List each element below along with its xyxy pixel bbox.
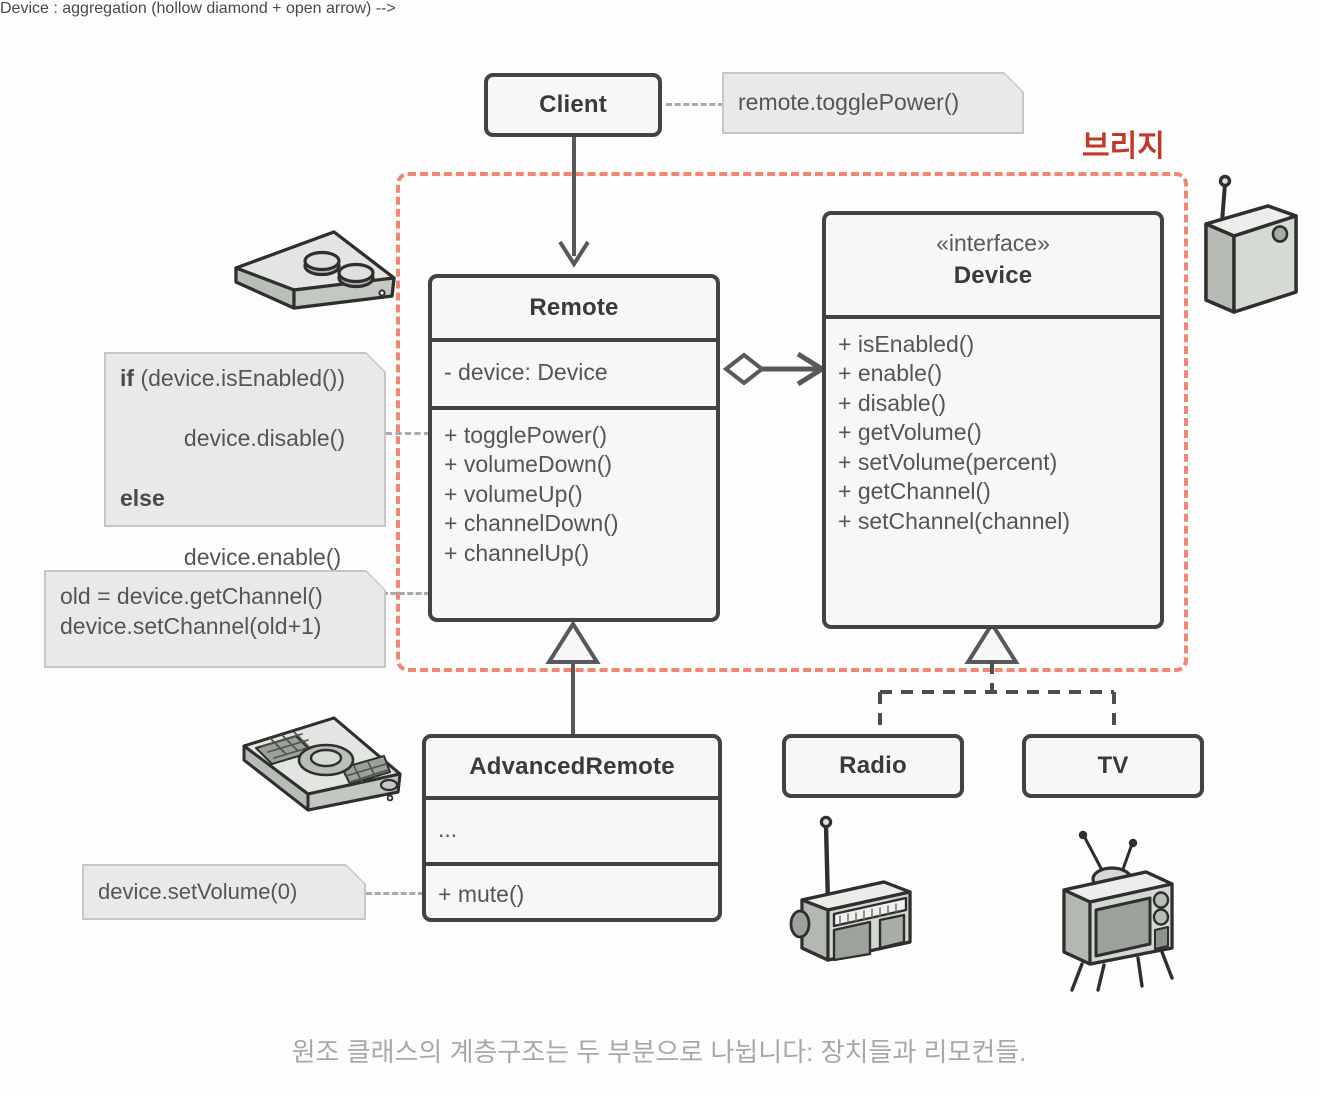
class-name-device: Device — [953, 262, 1033, 289]
line-rest: device.enable() — [171, 544, 342, 571]
advancedremote-methods-compartment: + mute() — [426, 866, 718, 918]
class-stereotype-device: «interface» — [936, 230, 1050, 256]
class-box-remote[interactable]: Remote - device: Device + togglePower() … — [428, 274, 720, 622]
diagram-caption: 원조 클래스의 계층구조는 두 부분으로 나뉩니다: 장치들과 리모컨들. — [291, 1037, 1027, 1067]
bridge-label: 브리지 — [1082, 130, 1165, 163]
note-link-togglepower — [386, 432, 430, 435]
advanced-remote-illustration — [242, 716, 402, 812]
method: + setVolume(percent) — [838, 448, 1058, 475]
class-box-device[interactable]: «interface» Device + isEnabled() + enabl… — [822, 211, 1164, 629]
class-box-advancedremote[interactable]: AdvancedRemote ... + mute() — [422, 734, 722, 922]
keyword-if: if — [120, 365, 135, 391]
note-line: if (device.isEnabled()) — [120, 364, 370, 394]
remote-methods-compartment: + togglePower() + volumeDown() + volumeU… — [432, 410, 716, 576]
class-name-radio: Radio — [839, 752, 907, 779]
generic-device-illustration — [1204, 174, 1298, 314]
remote-fields-compartment: - device: Device — [432, 342, 716, 406]
advancedremote-fields-compartment: ... — [426, 800, 718, 862]
connector-remote-aggregates-device — [722, 351, 827, 387]
keyword-else: else — [120, 484, 165, 511]
note-line: else — [120, 484, 370, 514]
method: + togglePower() — [444, 422, 607, 448]
method: + volumeDown() — [444, 451, 613, 478]
method: + channelDown() — [444, 510, 619, 537]
note-line: old = device.getChannel() — [60, 583, 323, 609]
class-name-tv: TV — [1097, 752, 1129, 779]
note-text: device.setVolume(0) — [98, 878, 298, 904]
tv-illustration — [1062, 830, 1174, 992]
note-link-channelup — [382, 592, 430, 595]
class-box-radio[interactable]: Radio — [782, 734, 964, 798]
diagram-canvas: 브리지 Device : aggregation (hollow diamond… — [0, 0, 1318, 1096]
field: - device: Device — [444, 359, 608, 386]
class-name-advancedremote: AdvancedRemote — [469, 753, 675, 780]
class-box-tv[interactable]: TV — [1022, 734, 1204, 798]
class-name-remote: Remote — [529, 294, 619, 321]
line-rest: (device.isEnabled()) — [134, 365, 345, 391]
class-box-client[interactable]: Client — [484, 73, 662, 137]
note-link-client — [666, 103, 724, 106]
note-mute-body: device.setVolume(0) — [82, 864, 366, 920]
method: + mute() — [438, 881, 525, 908]
method: + disable() — [838, 389, 947, 416]
note-line: device.setChannel(old+1) — [60, 612, 322, 639]
method: + channelUp() — [444, 539, 590, 566]
method: + enable() — [838, 360, 943, 387]
note-line: device.disable() — [120, 394, 370, 484]
note-lines: old = device.getChannel() device.setChan… — [60, 582, 370, 642]
method: + volumeUp() — [444, 480, 583, 507]
note-text: remote.togglePower() — [738, 89, 960, 116]
note-link-mute — [366, 892, 424, 895]
simple-remote-illustration — [234, 230, 396, 310]
connector-advancedremote-extends-remote — [545, 620, 601, 738]
note-client-call: remote.togglePower() — [722, 72, 1024, 134]
note-lines: if (device.isEnabled()) device.disable()… — [120, 364, 370, 603]
connector-client-to-remote — [558, 136, 590, 268]
class-name-client: Client — [539, 91, 607, 118]
radio-illustration — [789, 815, 912, 962]
method: + getChannel() — [838, 478, 991, 505]
method: + setChannel(channel) — [838, 507, 1071, 534]
field: ... — [438, 816, 458, 843]
method: + getVolume() — [838, 419, 982, 446]
line-rest: device.disable() — [171, 424, 345, 451]
device-header-compartment: «interface» Device — [826, 215, 1160, 315]
note-togglepower-body: if (device.isEnabled()) device.disable()… — [104, 352, 386, 570]
method: + isEnabled() — [838, 331, 975, 357]
note-channelup-body: old = device.getChannel() device.setChan… — [44, 570, 386, 668]
device-methods-compartment: + isEnabled() + enable() + disable() + g… — [826, 319, 1160, 544]
connector-devices-implement-device — [878, 620, 1116, 738]
